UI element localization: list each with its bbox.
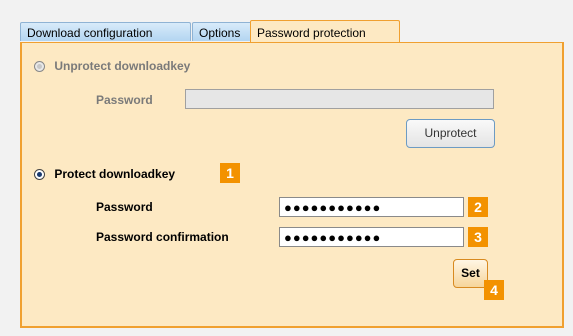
protect-option-label: Protect downloadkey — [54, 167, 176, 181]
protect-confirm-value: ●●●●●●●●●●● — [284, 230, 382, 245]
protect-confirm-field[interactable]: ●●●●●●●●●●● — [279, 227, 464, 247]
protect-password-value: ●●●●●●●●●●● — [284, 200, 382, 215]
tab-password-protection[interactable]: Password protection — [250, 20, 400, 42]
protect-radio[interactable] — [34, 169, 45, 180]
unprotect-option-label: Unprotect downloadkey — [54, 59, 191, 73]
protect-password-field[interactable]: ●●●●●●●●●●● — [279, 197, 464, 217]
protect-confirm-label: Password confirmation — [96, 230, 229, 244]
protect-option[interactable]: Protect downloadkey — [34, 167, 175, 181]
tab-label: Download configuration — [27, 26, 153, 40]
password-protection-panel: Unprotect downloadkey Password Unprotect… — [20, 42, 564, 328]
unprotect-password-label: Password — [96, 93, 153, 107]
unprotect-button[interactable]: Unprotect — [406, 119, 495, 148]
callout-badge-1: 1 — [220, 163, 240, 183]
callout-badge-2: 2 — [468, 197, 488, 217]
set-button-label: Set — [461, 266, 480, 280]
tab-options[interactable]: Options — [192, 22, 254, 41]
unprotect-button-label: Unprotect — [424, 126, 477, 140]
tab-label: Options — [199, 26, 241, 40]
unprotect-password-field[interactable] — [185, 89, 494, 109]
unprotect-radio[interactable] — [34, 61, 45, 72]
protect-password-label: Password — [96, 200, 153, 214]
callout-badge-4: 4 — [484, 280, 504, 300]
tab-download-configuration[interactable]: Download configuration — [20, 22, 191, 41]
tab-label: Password protection — [257, 26, 366, 40]
set-button[interactable]: Set — [453, 259, 488, 288]
unprotect-option[interactable]: Unprotect downloadkey — [34, 59, 190, 73]
callout-badge-3: 3 — [468, 227, 488, 247]
